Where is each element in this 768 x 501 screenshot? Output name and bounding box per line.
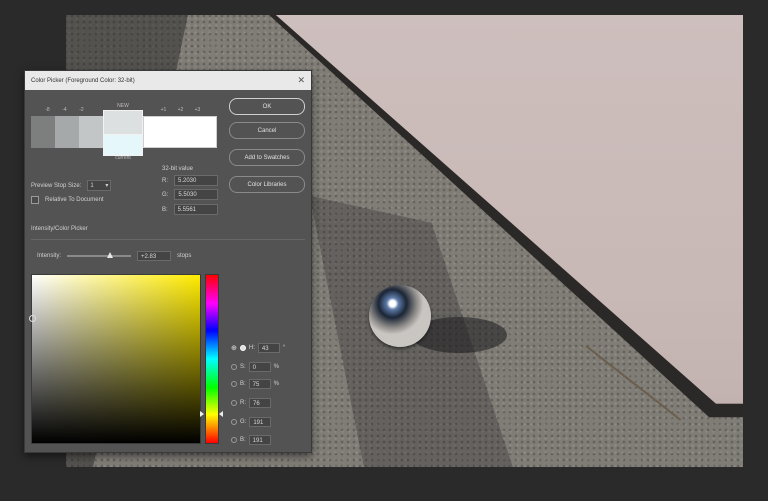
component-field-r[interactable]: 76	[249, 398, 271, 408]
component-label: B:	[240, 437, 246, 443]
component-unit: %	[273, 364, 280, 370]
value-header-label: 32-bit value	[162, 166, 194, 172]
hue-slider[interactable]	[205, 274, 219, 444]
intensity-row: Intensity: +2.83 stops	[37, 251, 191, 261]
stop-swatch[interactable]	[79, 116, 103, 148]
stop-label: -8	[45, 107, 50, 113]
dialog-title: Color Picker (Foreground Color: 32-bit)	[31, 77, 135, 84]
intensity-slider[interactable]	[67, 252, 132, 258]
r-row: R: 5.2030	[162, 175, 218, 186]
component-field-g[interactable]: 191	[249, 417, 272, 427]
stop-labels-left: -8 -4 -2	[39, 107, 90, 113]
chevron-down-icon: ▾	[105, 183, 109, 189]
component-label: B:	[240, 381, 246, 387]
color-libraries-button[interactable]: Color Libraries	[229, 176, 305, 193]
preview-stop-value: 1	[90, 182, 94, 189]
divider	[31, 239, 305, 240]
cancel-button[interactable]: Cancel	[229, 122, 305, 139]
preview-stop-label: Preview Stop Size:	[31, 182, 82, 189]
new-label: NEW	[117, 103, 129, 109]
r-label: R:	[162, 177, 168, 184]
value-header: 32-bit value	[162, 166, 193, 172]
component-unit: °	[282, 345, 286, 351]
component-row-s: S: 0 %	[231, 362, 279, 372]
current-color-swatch[interactable]	[103, 134, 143, 156]
component-field-h[interactable]: 43	[257, 343, 280, 353]
component-field-b[interactable]: 75	[248, 379, 271, 389]
radio-s[interactable]	[231, 364, 237, 370]
intensity-label: Intensity:	[37, 253, 62, 259]
component-row-r: R: 76	[231, 398, 271, 408]
intensity-unit: stops	[177, 253, 192, 259]
r-value-field[interactable]: 5.2030	[174, 175, 218, 186]
radio-blue[interactable]	[231, 437, 237, 443]
stop-swatch[interactable]	[31, 116, 55, 148]
component-label: G:	[240, 419, 247, 425]
relative-row: Relative To Document	[31, 196, 104, 204]
dialog-titlebar[interactable]: Color Picker (Foreground Color: 32-bit) …	[25, 71, 311, 90]
component-label: S:	[240, 364, 246, 370]
current-label: current	[115, 155, 131, 161]
component-row-b: B: 75 %	[231, 379, 279, 389]
b-value-field[interactable]: 5.5561	[173, 204, 218, 215]
radio-g[interactable]	[231, 419, 237, 425]
g-row: G: 5.5030	[162, 189, 219, 200]
intensity-field[interactable]: +2.83	[137, 251, 172, 261]
globe-icon: ⊕	[231, 345, 237, 352]
radio-b[interactable]	[231, 381, 237, 387]
radio-h[interactable]	[239, 345, 246, 351]
stop-label: +2	[177, 107, 184, 113]
stop-labels-right: +1 +2 +3	[155, 107, 206, 113]
b-row: B: 5.5561	[162, 204, 218, 215]
component-unit: %	[273, 381, 280, 387]
g-label: G:	[162, 191, 169, 198]
new-current-swatch[interactable]: NEW current	[103, 103, 143, 161]
g-value-field[interactable]: 5.5030	[174, 189, 219, 200]
component-field-s[interactable]: 0	[248, 362, 271, 372]
intensity-slider-thumb[interactable]	[107, 252, 114, 258]
radio-r[interactable]	[231, 400, 237, 406]
ok-button[interactable]: OK	[229, 98, 305, 115]
component-field-blue[interactable]: 191	[248, 435, 271, 445]
close-icon[interactable]: ✕	[297, 75, 305, 86]
stop-swatches: NEW current	[31, 103, 217, 161]
component-row-blue: B: 191	[231, 435, 271, 445]
component-row-h: ⊕ H: 43 °	[231, 343, 285, 353]
preview-stop-dropdown[interactable]: 1 ▾	[87, 180, 112, 191]
preview-stop-row: Preview Stop Size: 1 ▾	[31, 180, 112, 191]
color-picker-dialog: Color Picker (Foreground Color: 32-bit) …	[24, 70, 312, 453]
component-label: H:	[248, 345, 255, 351]
stop-label: -4	[62, 107, 67, 113]
stop-label: +3	[194, 107, 201, 113]
component-row-g: G: 191	[231, 417, 272, 427]
stop-label: -2	[79, 107, 84, 113]
chrome-ball	[369, 285, 431, 347]
color-field[interactable]	[29, 274, 201, 444]
stop-swatch-bright[interactable]	[143, 116, 217, 148]
component-label: R:	[240, 400, 246, 406]
relative-checkbox[interactable]	[31, 196, 39, 204]
intensity-section-label: Intensity/Color Picker	[31, 226, 88, 232]
add-to-swatches-button[interactable]: Add to Swatches	[229, 149, 305, 166]
color-field-marker[interactable]	[29, 315, 36, 322]
stop-swatch[interactable]	[55, 116, 79, 148]
hue-slider-arrow[interactable]	[219, 411, 223, 417]
new-color-swatch[interactable]	[103, 110, 143, 136]
hue-slider-arrow[interactable]	[200, 411, 204, 417]
relative-label: Relative To Document	[45, 197, 104, 203]
b-label: B:	[162, 206, 168, 213]
stop-label: +1	[160, 107, 167, 113]
